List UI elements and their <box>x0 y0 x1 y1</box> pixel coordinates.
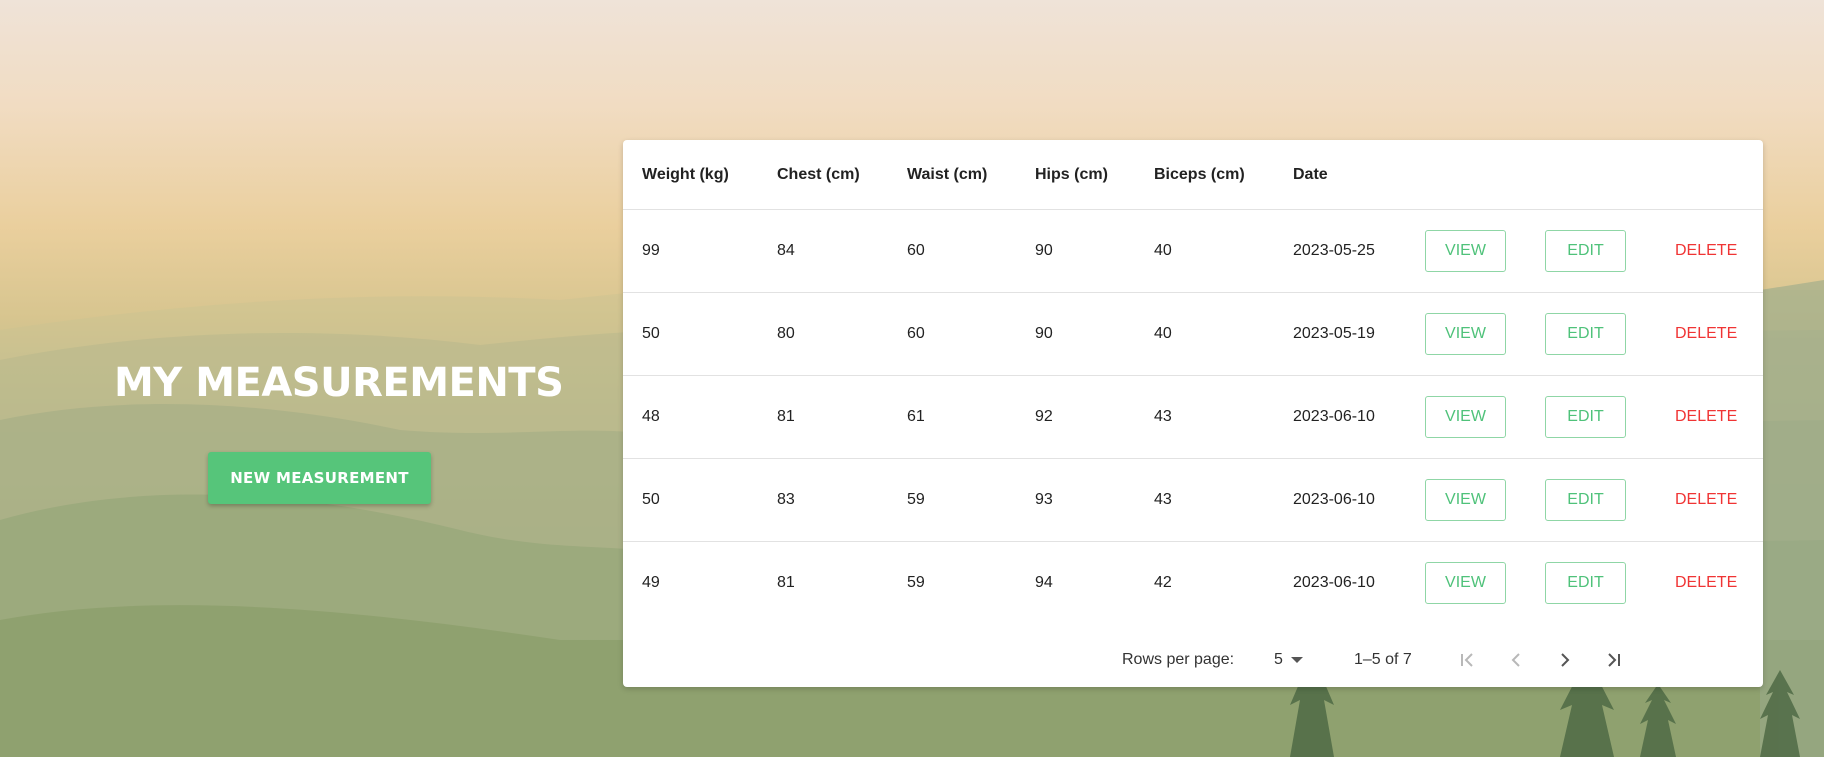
cell-view: VIEW <box>1423 458 1543 542</box>
cell-waist: 61 <box>907 375 1035 459</box>
last-page-icon[interactable] <box>1598 633 1628 687</box>
table-row: 50 80 60 90 40 2023-05-19 VIEW EDIT DELE… <box>623 292 1763 376</box>
cell-date: 2023-05-19 <box>1293 292 1423 376</box>
cell-delete: DELETE <box>1663 375 1763 459</box>
cell-waist: 59 <box>907 574 925 591</box>
cell-waist: 60 <box>907 292 1035 376</box>
dropdown-caret-icon <box>1290 657 1303 663</box>
cell-delete: DELETE <box>1663 209 1763 293</box>
cell-weight: 50 <box>623 292 777 376</box>
rows-per-page-label: Rows per page: <box>1122 651 1235 668</box>
edit-button[interactable]: EDIT <box>1545 396 1626 438</box>
cell-biceps: 40 <box>1154 209 1293 293</box>
table-header-row: Weight (kg) Chest (cm) Waist (cm) Hips (… <box>623 140 1763 210</box>
cell-date: 2023-06-10 <box>1293 375 1423 459</box>
table-row: 99 84 60 90 40 2023-05-25 VIEW EDIT DELE… <box>623 209 1763 293</box>
cell-chest: 84 <box>777 209 907 293</box>
delete-button[interactable]: DELETE <box>1675 242 1737 260</box>
cell-biceps: 42 <box>1154 574 1172 591</box>
cell-view: VIEW <box>1423 292 1543 376</box>
column-header-delete <box>1663 140 1763 210</box>
view-button[interactable]: VIEW <box>1425 230 1506 272</box>
rows-per-page-value: 5 <box>1274 651 1283 668</box>
delete-button[interactable]: DELETE <box>1675 325 1737 343</box>
next-page-icon[interactable] <box>1550 633 1580 687</box>
cell-date: 2023-05-25 <box>1293 209 1423 293</box>
cell-waist: 60 <box>907 209 1035 293</box>
table-pagination: Rows per page: 5 1–5 of 7 <box>623 633 1763 687</box>
measurements-table: Weight (kg) Chest (cm) Waist (cm) Hips (… <box>623 140 1763 624</box>
edit-button[interactable]: EDIT <box>1545 230 1626 272</box>
cell-biceps: 43 <box>1154 458 1293 542</box>
cell-weight: 49 <box>642 574 660 591</box>
delete-button[interactable]: DELETE <box>1675 574 1737 592</box>
view-button[interactable]: VIEW <box>1425 479 1506 521</box>
cell-weight: 99 <box>623 209 777 293</box>
view-button[interactable]: VIEW <box>1425 313 1506 355</box>
previous-page-icon[interactable] <box>1501 633 1531 687</box>
table-row: 48 81 61 92 43 2023-06-10 VIEW EDIT DELE… <box>623 375 1763 459</box>
column-header-hips: Hips (cm) <box>1035 140 1154 210</box>
edit-button[interactable]: EDIT <box>1545 479 1626 521</box>
pagination-range: 1–5 of 7 <box>1354 651 1412 668</box>
cell-view: VIEW <box>1423 375 1543 459</box>
column-header-weight: Weight (kg) <box>623 140 777 210</box>
table-row: 49 81 59 94 42 2023-06-10 VIEW EDIT DELE… <box>623 542 1763 625</box>
column-header-edit <box>1543 140 1663 210</box>
delete-button[interactable]: DELETE <box>1675 491 1737 509</box>
edit-button[interactable]: EDIT <box>1545 313 1626 355</box>
edit-button[interactable]: EDIT <box>1545 562 1626 604</box>
cell-waist: 59 <box>907 458 1035 542</box>
rows-per-page-select[interactable]: 5 <box>1274 633 1303 687</box>
cell-edit: EDIT <box>1543 292 1663 376</box>
cell-weight: 50 <box>623 458 777 542</box>
cell-edit: EDIT <box>1543 375 1663 459</box>
page-title: MY MEASUREMENTS <box>114 360 564 406</box>
cell-hips: 92 <box>1035 375 1154 459</box>
column-header-biceps: Biceps (cm) <box>1154 140 1293 210</box>
column-header-date: Date <box>1293 140 1423 210</box>
first-page-icon[interactable] <box>1453 633 1483 687</box>
cell-biceps: 40 <box>1154 292 1293 376</box>
view-button[interactable]: VIEW <box>1425 396 1506 438</box>
view-button[interactable]: VIEW <box>1425 562 1506 604</box>
cell-hips: 90 <box>1035 209 1154 293</box>
new-measurement-button[interactable]: NEW MEASUREMENT <box>208 452 431 504</box>
cell-hips: 90 <box>1035 292 1154 376</box>
cell-weight: 48 <box>623 375 777 459</box>
cell-view: VIEW <box>1423 209 1543 293</box>
cell-chest: 83 <box>777 458 907 542</box>
cell-edit: EDIT <box>1543 209 1663 293</box>
column-header-chest: Chest (cm) <box>777 140 907 210</box>
cell-date: 2023-06-10 <box>1293 574 1375 591</box>
cell-edit: EDIT <box>1543 458 1663 542</box>
table-row: 50 83 59 93 43 2023-06-10 VIEW EDIT DELE… <box>623 458 1763 542</box>
column-header-view <box>1423 140 1543 210</box>
cell-date: 2023-06-10 <box>1293 458 1423 542</box>
cell-delete: DELETE <box>1663 458 1763 542</box>
delete-button[interactable]: DELETE <box>1675 408 1737 426</box>
cell-chest: 80 <box>777 292 907 376</box>
cell-hips: 94 <box>1035 574 1053 591</box>
cell-delete: DELETE <box>1663 292 1763 376</box>
measurements-table-card: Weight (kg) Chest (cm) Waist (cm) Hips (… <box>623 140 1763 687</box>
cell-chest: 81 <box>777 574 795 591</box>
cell-delete: DELETE <box>1663 542 1763 625</box>
cell-view: VIEW <box>1423 542 1543 625</box>
cell-hips: 93 <box>1035 458 1154 542</box>
cell-edit: EDIT <box>1543 542 1663 625</box>
cell-biceps: 43 <box>1154 375 1293 459</box>
column-header-waist: Waist (cm) <box>907 140 1035 210</box>
cell-chest: 81 <box>777 375 907 459</box>
